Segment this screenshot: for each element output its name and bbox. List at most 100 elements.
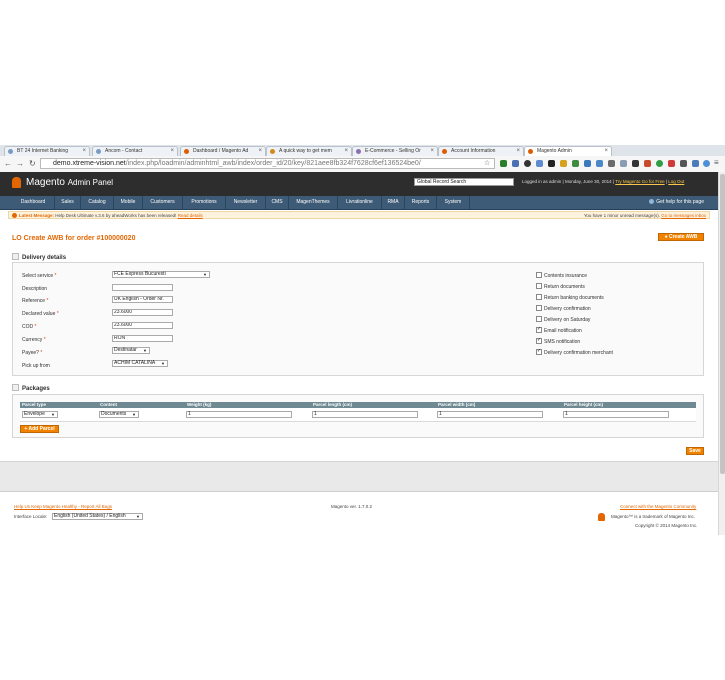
width-input[interactable]: 1 <box>437 411 543 418</box>
add-parcel-button[interactable]: + Add Parcel <box>20 425 59 433</box>
declared-value-input[interactable]: 23.6000 <box>112 309 173 316</box>
option-delivery-confirmation-merchant[interactable]: Delivery confirmation merchant <box>536 348 613 356</box>
url-field[interactable]: demo.xtreme-vision.net/index.php/loadmin… <box>40 158 495 169</box>
extension-icon[interactable] <box>512 160 519 167</box>
logout-link[interactable]: Log Out <box>668 179 684 184</box>
extension-icon[interactable] <box>668 160 675 167</box>
close-icon[interactable]: × <box>258 148 262 154</box>
option-delivery-confirmation[interactable]: Delivery confirmation <box>536 305 591 312</box>
extension-icon[interactable] <box>572 160 579 167</box>
description-input[interactable] <box>112 284 173 291</box>
reload-icon[interactable]: ↻ <box>29 159 36 168</box>
option-delivery-saturday[interactable]: Delivery on Saturday <box>536 316 590 323</box>
logo[interactable]: Magento Admin Panel <box>26 177 113 188</box>
weight-input[interactable]: 1 <box>186 411 292 418</box>
option-contents-insurance[interactable]: Contents insurance <box>536 272 587 279</box>
extension-icon[interactable] <box>703 160 710 167</box>
extension-icon[interactable] <box>560 160 567 167</box>
currency-input[interactable]: RON <box>112 335 173 342</box>
option-email-notification[interactable]: Email notification <box>536 326 582 334</box>
extension-icon[interactable] <box>632 160 639 167</box>
close-icon[interactable]: × <box>82 148 86 154</box>
browser-tab-active[interactable]: Magento Admin × <box>524 146 612 156</box>
back-arrow-icon[interactable]: ← <box>4 159 12 168</box>
option-return-documents[interactable]: Return documents <box>536 283 585 290</box>
close-icon[interactable]: × <box>344 148 348 154</box>
dropdown-arrow-icon: ▼ <box>136 514 140 519</box>
extension-icon[interactable] <box>680 160 687 167</box>
checkbox-checked[interactable] <box>536 337 542 344</box>
nav-item-rma[interactable]: RMA <box>382 196 405 209</box>
menu-icon[interactable]: ≡ <box>714 158 719 167</box>
extension-icon[interactable] <box>596 160 603 167</box>
nav-item-magenthemes[interactable]: MagenThemes <box>289 196 338 209</box>
nav-item-promotions[interactable]: Promotions <box>183 196 226 209</box>
pickup-select[interactable]: ACHIM CATALINA ▼ <box>112 360 168 367</box>
extension-icon[interactable] <box>620 160 627 167</box>
close-icon[interactable]: × <box>604 148 608 154</box>
report-bugs-link[interactable]: Help Us Keep Magento Healthy - Report Al… <box>14 504 112 509</box>
extension-icon[interactable] <box>692 160 699 167</box>
nav-item-mobile[interactable]: Mobile <box>114 196 143 209</box>
extension-icon[interactable] <box>656 160 663 167</box>
locale-label: Interface Locale: <box>14 514 48 519</box>
checkbox[interactable] <box>536 272 542 278</box>
extension-icon[interactable] <box>584 160 591 167</box>
height-input[interactable]: 1 <box>563 411 669 418</box>
star-icon[interactable]: ☆ <box>484 159 490 167</box>
close-icon[interactable]: × <box>516 148 520 154</box>
nav-item-sales[interactable]: Sales <box>55 196 81 209</box>
nav-item-customers[interactable]: Customers <box>143 196 183 209</box>
community-link[interactable]: Connect with the Magento Community <box>620 504 696 509</box>
nav-item-cms[interactable]: CMS <box>266 196 289 209</box>
scrollbar-thumb[interactable] <box>720 174 725 474</box>
save-button[interactable]: Save <box>686 447 704 455</box>
extension-icon[interactable] <box>644 160 651 167</box>
forward-arrow-icon[interactable]: → <box>16 159 24 168</box>
nav-item-newsletter[interactable]: Newsletter <box>226 196 266 209</box>
read-details-link[interactable]: Read details <box>178 213 203 218</box>
cod-input[interactable]: 23.6000 <box>112 322 173 329</box>
global-search-input[interactable]: Global Record Search <box>414 178 514 186</box>
nav-item-livrationline[interactable]: Livrationline <box>338 196 382 209</box>
extension-icon[interactable] <box>536 160 543 167</box>
extension-icon[interactable] <box>608 160 615 167</box>
content-select[interactable]: Documents ▼ <box>99 411 139 418</box>
messages-inbox-link[interactable]: Go to messages inbox <box>661 213 706 218</box>
trademark-text: Magento™ is a trademark of Magento Inc. <box>611 514 696 519</box>
browser-tab[interactable]: Dashboard / Magento Ad × <box>180 146 266 156</box>
close-icon[interactable]: × <box>170 148 174 154</box>
checkbox[interactable] <box>536 316 542 322</box>
locale-select[interactable]: English (United States) / English ▼ <box>52 513 143 520</box>
checkbox[interactable] <box>536 294 542 300</box>
help-link[interactable]: Get help for this page <box>649 196 704 209</box>
extension-icon[interactable] <box>548 160 555 167</box>
checkbox-checked[interactable] <box>536 326 542 333</box>
browser-tab[interactable]: BT 24 Internet Banking × <box>4 146 90 156</box>
extension-icon[interactable] <box>524 160 531 167</box>
reference-input[interactable]: UK English - Order Nr. <box>112 296 173 303</box>
nav-item-dashboard[interactable]: Dashboard <box>12 196 55 209</box>
checkbox-checked[interactable] <box>536 348 542 355</box>
browser-tab[interactable]: E-Commerce - Selling Or × <box>352 146 438 156</box>
service-select[interactable]: FCE Express Bucuresti ▼ <box>112 271 210 278</box>
close-icon[interactable]: × <box>430 148 434 154</box>
nav-item-reports[interactable]: Reports <box>405 196 437 209</box>
browser-tab[interactable]: Ancom - Contact × <box>92 146 178 156</box>
help-icon <box>649 199 655 204</box>
parcel-type-select[interactable]: Envelope ▼ <box>22 411 58 418</box>
nav-item-system[interactable]: System <box>437 196 470 209</box>
checkbox[interactable] <box>536 283 542 289</box>
length-input[interactable]: 1 <box>312 411 418 418</box>
try-magento-go-link[interactable]: Try Magento Go for Free <box>615 179 664 184</box>
checkbox[interactable] <box>536 305 542 311</box>
payee-select[interactable]: Destinatar ▼ <box>112 347 150 354</box>
browser-tab[interactable]: Account Information × <box>438 146 524 156</box>
extension-icon[interactable] <box>500 160 507 167</box>
nav-item-catalog[interactable]: Catalog <box>81 196 114 209</box>
create-awb-button[interactable]: ● Create AWB <box>658 233 704 241</box>
option-return-banking-documents[interactable]: Return banking documents <box>536 294 604 301</box>
page-scrollbar[interactable] <box>718 172 725 535</box>
browser-tab[interactable]: A quick way to get mem × <box>266 146 352 156</box>
option-sms-notification[interactable]: SMS notification <box>536 337 580 345</box>
